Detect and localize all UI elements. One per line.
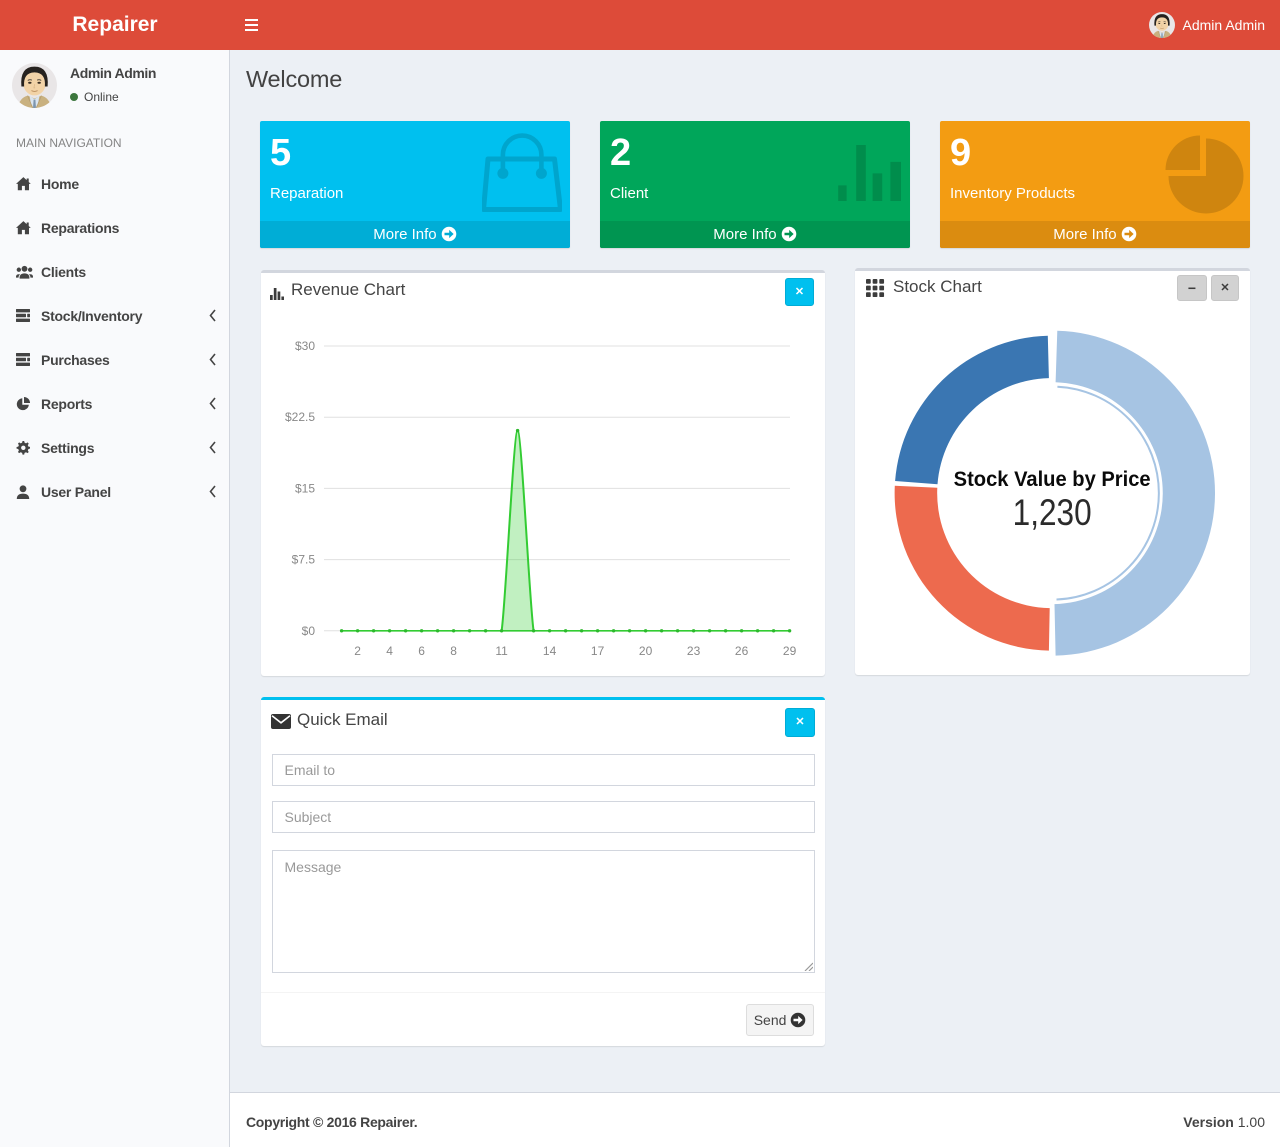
svg-text:8: 8 [450,644,457,658]
svg-text:29: 29 [783,644,797,658]
svg-text:17: 17 [591,644,605,658]
svg-text:11: 11 [495,644,508,658]
svg-text:$22.5: $22.5 [285,410,315,424]
svg-text:1,230: 1,230 [1013,492,1092,533]
svg-text:$7.5: $7.5 [292,553,316,567]
svg-text:23: 23 [687,644,701,658]
svg-text:$30: $30 [295,339,315,353]
svg-text:$15: $15 [295,481,315,495]
svg-text:Stock Value by Price: Stock Value by Price [954,467,1151,491]
svg-text:6: 6 [418,644,425,658]
svg-text:26: 26 [735,644,749,658]
svg-text:$0: $0 [302,624,316,638]
svg-text:4: 4 [386,644,393,658]
svg-text:14: 14 [543,644,557,658]
svg-text:2: 2 [354,644,361,658]
svg-text:20: 20 [639,644,653,658]
